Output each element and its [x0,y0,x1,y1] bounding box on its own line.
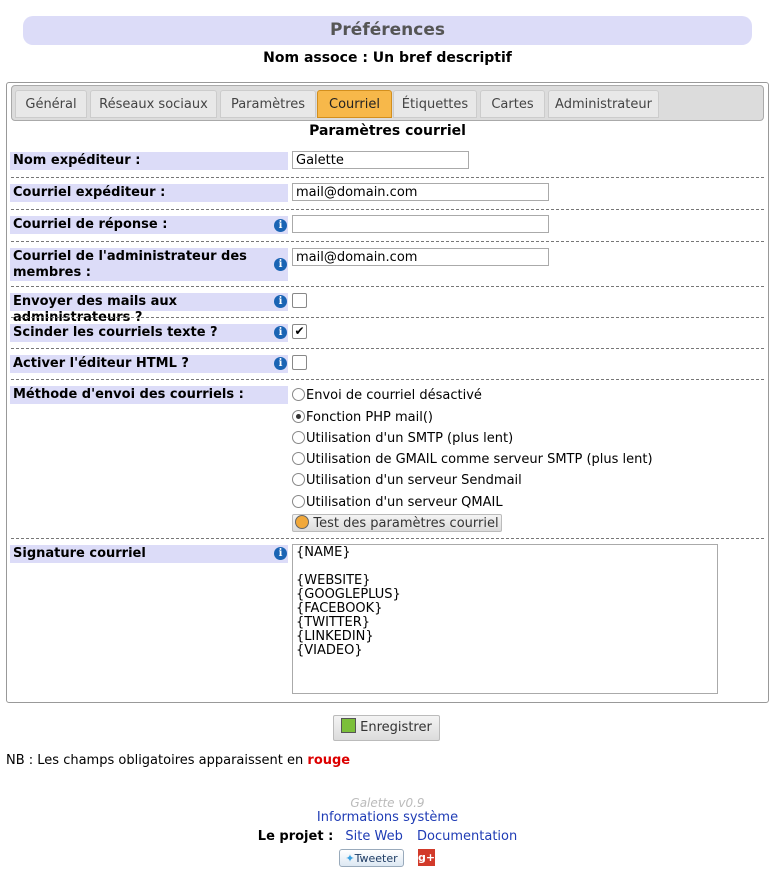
reply-to-input[interactable] [292,215,549,233]
google-plus-icon[interactable]: g+ [418,849,435,866]
tab-bar: Général Réseaux sociaux Paramètres Courr… [11,85,764,121]
sender-name-label: Nom expéditeur : [10,152,288,170]
radio-option-sendmail[interactable]: Utilisation d'un serveur Sendmail [292,473,522,488]
tab-cards[interactable]: Cartes [480,90,545,118]
radio-button[interactable] [292,452,305,465]
divider [11,348,764,349]
info-icon[interactable]: i [274,547,287,560]
documentation-link[interactable]: Documentation [417,829,517,844]
divider [11,538,764,539]
association-name: Nom assoce : Un bref descriptif [263,50,512,66]
divider [11,241,764,242]
reply-to-label: Courriel de réponse : [10,216,288,234]
wrap-text-checkbox[interactable]: ✔ [292,324,307,339]
radio-option-php-mail[interactable]: Fonction PHP mail() [292,410,433,425]
html-editor-checkbox[interactable] [292,355,307,370]
tab-administrator[interactable]: Administrateur [548,90,659,118]
test-icon [295,515,310,529]
signature-label: Signature courriel [10,545,288,563]
sender-email-label: Courriel expéditeur : [10,184,288,202]
radio-option-qmail[interactable]: Utilisation d'un serveur QMAIL [292,495,503,510]
required-fields-note: NB : Les champs obligatoires apparaissen… [6,753,351,768]
radio-button[interactable] [292,410,305,423]
version-label: Galette v0.9 [350,796,425,810]
twitter-icon: ✦ [345,852,355,865]
info-icon[interactable]: i [274,357,287,370]
radio-button[interactable] [292,473,305,486]
tab-parameters[interactable]: Paramètres [220,90,316,118]
divider [11,379,764,380]
section-title: Paramètres courriel [309,123,466,139]
radio-option-gmail[interactable]: Utilisation de GMAIL comme serveur SMTP … [292,452,653,467]
save-button[interactable]: Enregistrer [333,715,440,741]
mail-admins-label: Envoyer des mails aux administrateurs ? [10,293,288,325]
tab-email[interactable]: Courriel [317,90,392,118]
divider [11,317,764,318]
radio-option-smtp[interactable]: Utilisation d'un SMTP (plus lent) [292,431,513,446]
divider [11,209,764,210]
wrap-text-label: Scinder les courriels texte ? [10,324,288,342]
tab-social-networks[interactable]: Réseaux sociaux [90,90,217,118]
divider [11,286,764,287]
website-link[interactable]: Site Web [345,829,402,844]
divider [11,177,764,178]
send-method-label: Méthode d'envoi des courriels : [10,386,288,404]
info-icon[interactable]: i [274,258,287,271]
info-icon[interactable]: i [274,295,287,308]
admin-email-label: Courriel de l'administrateur des membres… [10,248,288,281]
preferences-panel: Général Réseaux sociaux Paramètres Courr… [6,82,769,703]
test-email-settings-button[interactable]: Test des paramètres courriel [292,514,502,532]
sender-email-input[interactable] [292,183,549,201]
radio-option-disabled[interactable]: Envoi de courriel désactivé [292,388,482,403]
tab-general[interactable]: Général [15,90,87,118]
radio-button[interactable] [292,388,305,401]
html-editor-label: Activer l'éditeur HTML ? [10,355,288,373]
info-icon[interactable]: i [274,219,287,232]
signature-textarea[interactable]: {NAME} {WEBSITE} {GOOGLEPLUS} {FACEBOOK}… [292,544,718,694]
mail-admins-checkbox[interactable] [292,293,307,308]
tab-labels[interactable]: Étiquettes [393,90,477,118]
tweet-button[interactable]: ✦Tweeter [339,849,404,867]
radio-button[interactable] [292,431,305,444]
save-icon [341,718,357,733]
system-info-link[interactable]: Informations système [0,810,775,825]
admin-email-input[interactable] [292,248,549,266]
project-links: Le projet : Site Web Documentation [257,829,518,844]
radio-button[interactable] [292,495,305,508]
required-highlight: rouge [307,753,351,768]
page-title: Préférences [23,16,752,45]
info-icon[interactable]: i [274,326,287,339]
sender-name-input[interactable] [292,151,469,169]
